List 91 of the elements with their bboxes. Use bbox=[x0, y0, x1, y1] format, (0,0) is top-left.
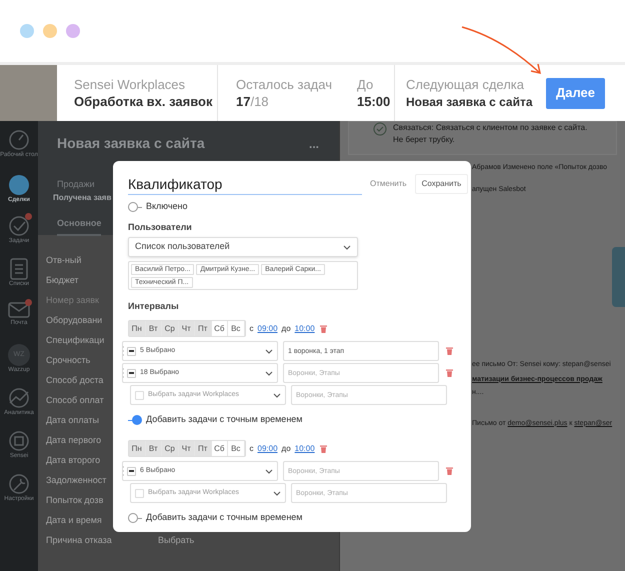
next-button[interactable]: Далее bbox=[546, 78, 605, 108]
time-label: до bbox=[282, 442, 291, 454]
field-label: Спецификаци bbox=[46, 334, 104, 348]
chevron-down-icon bbox=[273, 490, 281, 496]
day-toggle[interactable]: Пн bbox=[129, 321, 146, 336]
day-toggle[interactable]: Сб bbox=[212, 321, 228, 336]
chevron-down-icon bbox=[343, 244, 351, 250]
check-icon bbox=[8, 215, 30, 237]
field-label: Срочность bbox=[46, 354, 90, 368]
cancel-button[interactable]: Отменить bbox=[370, 178, 407, 190]
toggle-switch[interactable] bbox=[128, 513, 142, 523]
day-toggle[interactable]: Сб bbox=[212, 441, 228, 456]
time-link[interactable]: 09:00 bbox=[258, 322, 278, 334]
field-label: Оборудовани bbox=[46, 314, 102, 328]
section-heading: Интервалы bbox=[128, 300, 179, 312]
toggle-label: Включено bbox=[146, 200, 188, 214]
day-toggle[interactable]: Чт bbox=[178, 321, 195, 336]
task-text: Связаться: Связаться с клиентом по заявке с сайта. bbox=[393, 122, 588, 134]
next-deal-name: Новая заявка с сайта bbox=[406, 94, 533, 110]
toggle-switch[interactable] bbox=[128, 202, 142, 212]
day-toggle[interactable]: Пн bbox=[129, 441, 146, 456]
trash-icon bbox=[320, 444, 327, 452]
day-toggle[interactable]: Пт bbox=[195, 441, 212, 456]
deadline-time: 15:00 bbox=[357, 92, 390, 110]
field-value[interactable]: Выбрать bbox=[158, 534, 194, 548]
stage-name: Получена заяв bbox=[53, 192, 112, 204]
checkbox[interactable] bbox=[135, 488, 144, 498]
field-label: Причина отказа bbox=[46, 534, 113, 548]
drag-handle-icon bbox=[122, 346, 124, 356]
time-link[interactable]: 09:00 bbox=[258, 442, 278, 454]
tasks-count: 17/18 bbox=[236, 92, 270, 110]
field-label: Способ оплат bbox=[46, 394, 104, 408]
photo-placeholder bbox=[0, 65, 57, 121]
field-label: Задолженност bbox=[46, 474, 106, 488]
gauge-icon bbox=[8, 129, 30, 151]
field-label: Бюджет bbox=[46, 274, 79, 288]
save-button[interactable]: Сохранить bbox=[414, 174, 468, 194]
drag-handle-icon bbox=[122, 368, 124, 378]
time-link[interactable]: 10:00 bbox=[294, 322, 315, 334]
time-label: с bbox=[250, 322, 254, 334]
deal-title: Новая заявка с сайта bbox=[57, 134, 205, 153]
check-icon bbox=[373, 122, 387, 136]
time-label: до bbox=[282, 322, 291, 334]
pipeline-name: Продажи bbox=[57, 178, 95, 191]
toggle-label: Добавить задачи с точным временем bbox=[146, 413, 302, 426]
chevron-down-icon bbox=[273, 392, 281, 398]
checkbox[interactable] bbox=[135, 390, 144, 400]
wrench-icon bbox=[8, 473, 30, 495]
tasks-label: Осталось задач bbox=[236, 76, 332, 92]
toggle-label: Добавить задачи с точным временем bbox=[146, 511, 302, 524]
list-icon bbox=[9, 258, 29, 280]
task-result: Не берет трубку. bbox=[393, 134, 455, 146]
next-deal-label: Следующая сделка bbox=[406, 76, 526, 92]
checkbox[interactable] bbox=[127, 368, 136, 378]
trash-icon bbox=[446, 369, 453, 377]
checkbox[interactable] bbox=[127, 466, 136, 476]
field-label: Отв-ный bbox=[46, 254, 82, 268]
time-link[interactable]: 10:00 bbox=[294, 442, 315, 454]
deal-tab[interactable]: Основное bbox=[57, 216, 102, 236]
trash-icon bbox=[446, 347, 453, 355]
day-toggle[interactable]: Ср bbox=[162, 441, 178, 456]
day-toggle[interactable]: Пт bbox=[195, 321, 212, 336]
field-label: Дата оплаты bbox=[46, 414, 99, 428]
title-field[interactable]: Квалификатор bbox=[128, 173, 362, 195]
envelope-icon bbox=[8, 301, 30, 319]
chevron-down-icon bbox=[265, 348, 273, 354]
chart-icon bbox=[7, 387, 31, 409]
process-name: Обработка вх. заявок bbox=[74, 92, 214, 110]
app-name: Sensei Workplaces bbox=[74, 76, 186, 92]
checkbox[interactable] bbox=[127, 346, 136, 356]
trash-icon bbox=[446, 467, 453, 475]
time-label: с bbox=[250, 442, 254, 454]
day-toggle[interactable]: Ср bbox=[162, 321, 178, 336]
field-label: Дата первого bbox=[46, 434, 102, 448]
section-heading: Пользователи bbox=[128, 221, 192, 233]
select-text: Список пользователей bbox=[135, 240, 230, 254]
day-toggle[interactable]: Вт bbox=[146, 441, 162, 456]
field-label: Дата и время bbox=[46, 514, 102, 528]
toggle-switch[interactable] bbox=[128, 415, 142, 425]
deadline-label: До bbox=[357, 76, 374, 92]
more-menu[interactable]: ... bbox=[308, 134, 319, 152]
field-label: Дата второго bbox=[46, 454, 100, 468]
field-label: Способ доста bbox=[46, 374, 104, 388]
drag-handle-icon bbox=[122, 466, 124, 476]
trash-icon bbox=[320, 324, 327, 332]
chevron-down-icon bbox=[265, 370, 273, 376]
day-toggle[interactable]: Чт bbox=[178, 441, 195, 456]
day-toggle[interactable]: Вт bbox=[146, 321, 162, 336]
field-label: Попыток дозв bbox=[46, 494, 104, 508]
chevron-down-icon bbox=[265, 468, 273, 474]
users-select[interactable]: Список пользователей bbox=[128, 237, 358, 257]
